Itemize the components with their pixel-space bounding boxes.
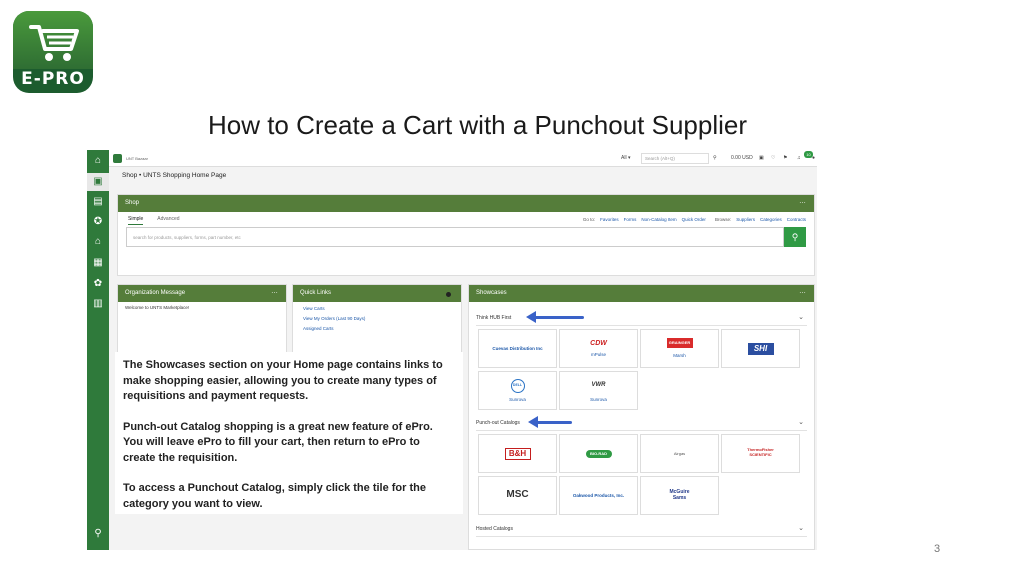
left-nav: ⌂ ▣ ▤ ✪ ⌂ ▦ ✿ ▥ ⚲ (87, 150, 109, 550)
user-icon[interactable]: ● (812, 155, 815, 161)
link-assigned-carts[interactable]: Assigned Carts (303, 326, 365, 331)
cart-top-icon[interactable]: ▣ (759, 155, 764, 161)
tile-thermofisher[interactable]: ThermoFisher SCIENTIFIC (721, 434, 800, 473)
goto-forms[interactable]: Forms (624, 217, 637, 222)
tab-simple[interactable]: Simple (128, 216, 144, 225)
settings-icon[interactable]: ✿ (92, 278, 104, 290)
brand-text: UNT Bazaar (126, 156, 148, 161)
bank-icon[interactable]: ⌂ (92, 236, 104, 248)
tile-msc[interactable]: MSC (478, 476, 557, 515)
link-view-carts[interactable]: View Carts (303, 306, 365, 311)
tile-dell[interactable]: DELL Sunrova (478, 371, 557, 410)
logo-text: E-PRO (21, 69, 85, 89)
browse-contracts[interactable]: Contracts (787, 217, 806, 222)
tile-oakwood[interactable]: Oakwood Products, Inc. (559, 476, 638, 515)
section-hosted-catalogs[interactable]: Hosted Catalogs (476, 526, 513, 532)
brand[interactable]: UNT Bazaar (113, 154, 148, 163)
tile-bio-rad[interactable]: BIO-RAD (559, 434, 638, 473)
tile-cdw[interactable]: CDW mPulse (559, 329, 638, 368)
home-icon[interactable]: ⌂ (92, 155, 104, 167)
app-screenshot: ⌂ ▣ ▤ ✪ ⌂ ▦ ✿ ▥ ⚲ UNT Bazaar All ▾ Searc… (87, 150, 817, 550)
notifications-icon[interactable]: ♫ (797, 155, 801, 161)
documents-icon[interactable]: ▤ (92, 196, 104, 208)
callout-paragraph-1: The Showcases section on your Home page … (123, 359, 443, 402)
panel-menu-icon[interactable]: … (799, 288, 806, 295)
tile-bh[interactable]: B&H (478, 434, 557, 473)
callout-paragraph-2: Punch-out Catalog shopping is a great ne… (123, 420, 433, 464)
browse-suppliers[interactable]: Suppliers (736, 217, 755, 222)
product-search-input[interactable]: search for products, suppliers, forms, p… (126, 227, 784, 247)
epro-logo: E-PRO (13, 11, 93, 93)
showcases-panel: Showcases … Think HUB First ⌄ Cuevas Dis… (468, 284, 815, 550)
org-panel-header: Organization Message … (118, 285, 286, 302)
tile-vwr[interactable]: VWR Sunrova (559, 371, 638, 410)
chart-icon[interactable]: ▥ (92, 298, 104, 310)
link-view-orders[interactable]: View My Orders (Last 90 Days) (303, 316, 365, 321)
annotation-arrow-head (526, 311, 536, 323)
browse-categories[interactable]: Categories (760, 217, 782, 222)
goto-links: Go to: Favorites Forms Non-Catalog Item … (582, 217, 806, 222)
truck-icon[interactable]: ▦ (92, 257, 104, 269)
tile-mcguire-sams[interactable]: McGuire Sams (640, 476, 719, 515)
tab-advanced[interactable]: Advanced (157, 216, 179, 225)
shop-panel-header: Shop … (118, 195, 814, 212)
cart-logo-icon (29, 25, 79, 61)
breadcrumb: Shop • UNTS Shopping Home Page (122, 172, 227, 179)
quick-links-list: View Carts View My Orders (Last 90 Days)… (303, 306, 365, 336)
chevron-down-icon[interactable]: ⌄ (798, 418, 804, 426)
product-search-button[interactable]: ⚲ (784, 227, 806, 247)
cart-icon[interactable]: ▣ (92, 176, 104, 188)
callout-paragraph-3: To access a Punchout Catalog, simply cli… (123, 482, 426, 510)
breadcrumb-current: UNTS Shopping Home Page (143, 172, 227, 179)
info-icon[interactable] (446, 292, 451, 297)
tile-shi[interactable]: SHI (721, 329, 800, 368)
instruction-callout: The Showcases section on your Home page … (115, 352, 463, 514)
shop-panel-title: Shop (125, 200, 140, 206)
section-punch-out-catalogs[interactable]: Punch-out Catalogs (476, 420, 520, 426)
search-tabs: Simple Advanced (128, 216, 180, 225)
award-icon[interactable]: ✪ (92, 216, 104, 228)
favorites-icon[interactable]: ♡ (771, 155, 775, 161)
showcases-header: Showcases … (469, 285, 814, 302)
annotation-arrow-punchout (534, 421, 572, 424)
chevron-down-icon[interactable]: ⌄ (798, 313, 804, 321)
cart-total[interactable]: 0.00 USD (731, 155, 753, 161)
panel-menu-icon[interactable]: … (271, 288, 278, 295)
global-search-input[interactable]: Search (Alt+Q) (641, 153, 709, 164)
shop-panel: Shop … Simple Advanced Go to: Favorites … (117, 194, 815, 276)
search-icon[interactable]: ⚲ (92, 528, 104, 540)
flag-icon[interactable]: ⚑ (783, 155, 787, 161)
tile-airgas[interactable]: Airgas (640, 434, 719, 473)
quick-links-header: Quick Links (293, 285, 461, 302)
slide: E-PRO How to Create a Cart with a Puncho… (0, 0, 1024, 576)
goto-quick-order[interactable]: Quick Order (682, 217, 706, 222)
goto-non-catalog[interactable]: Non-Catalog Item (641, 217, 676, 222)
chevron-down-icon[interactable]: ⌄ (798, 524, 804, 532)
slide-title: How to Create a Cart with a Punchout Sup… (207, 110, 748, 140)
page-number: 3 (934, 543, 941, 555)
annotation-arrow-think-hub (532, 316, 584, 319)
tile-grainger[interactable]: GRAINGER Marsh (640, 329, 719, 368)
goto-favorites[interactable]: Favorites (600, 217, 619, 222)
breadcrumb-root[interactable]: Shop (122, 172, 137, 179)
panel-menu-icon[interactable]: … (799, 198, 806, 205)
search-button-icon[interactable]: ⚲ (713, 155, 717, 161)
section-think-hub-first[interactable]: Think HUB First (476, 315, 511, 321)
annotation-arrow-head (528, 416, 538, 428)
tile-cuevas[interactable]: Cuevas Distribution Inc (478, 329, 557, 368)
org-message: Welcome to UNTS Marketplace! (125, 305, 190, 310)
brand-logo-icon (113, 154, 122, 163)
scope-select[interactable]: All ▾ (621, 155, 630, 161)
top-bar: UNT Bazaar All ▾ Search (Alt+Q) ⚲ 0.00 U… (109, 150, 817, 167)
